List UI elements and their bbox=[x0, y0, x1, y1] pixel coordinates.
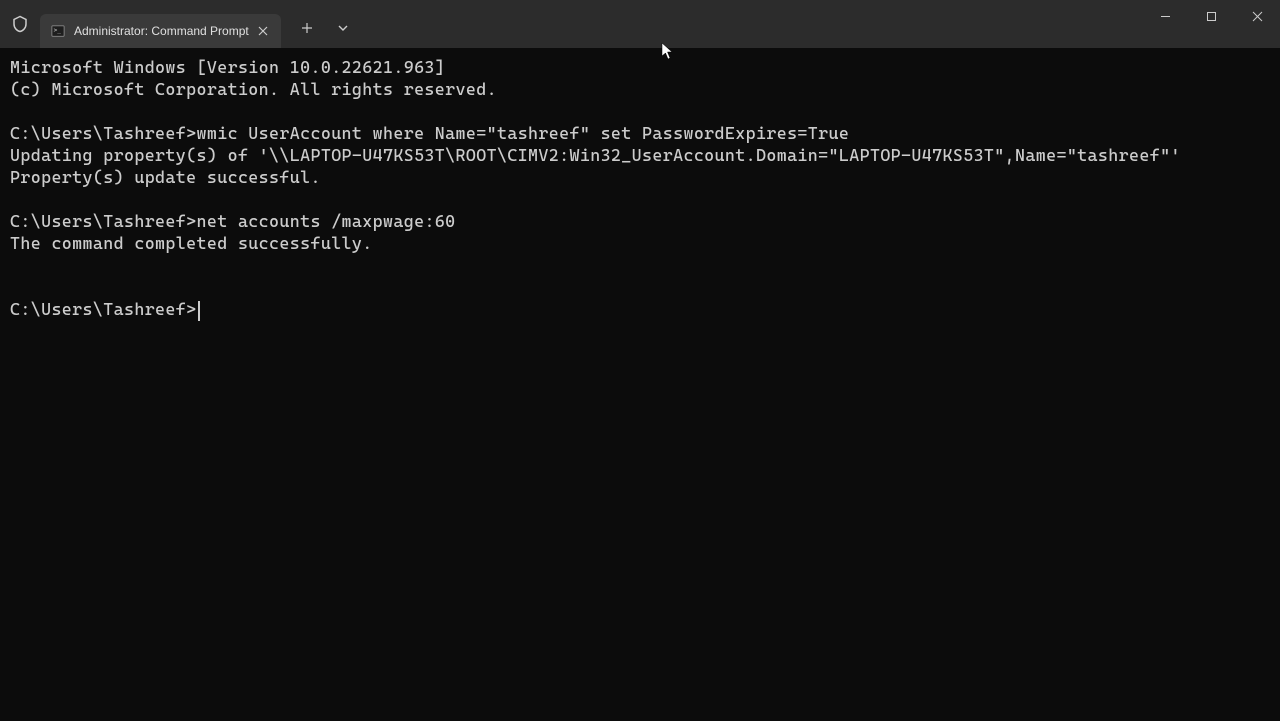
app-shield-icon bbox=[0, 0, 40, 48]
maximize-button[interactable] bbox=[1188, 0, 1234, 32]
terminal-prompt: C:\Users\Tashreef> bbox=[10, 299, 197, 319]
titlebar[interactable]: >_ Administrator: Command Prompt bbox=[0, 0, 1280, 48]
minimize-button[interactable] bbox=[1142, 0, 1188, 32]
new-tab-button[interactable] bbox=[289, 12, 325, 44]
tab-actions bbox=[289, 12, 361, 44]
terminal-tab[interactable]: >_ Administrator: Command Prompt bbox=[40, 14, 281, 48]
terminal-output-line: Updating property(s) of '\\LAPTOP-U47KS5… bbox=[10, 145, 1181, 165]
cmd-icon: >_ bbox=[50, 23, 66, 39]
tab-title: Administrator: Command Prompt bbox=[74, 24, 249, 38]
terminal-cursor bbox=[198, 301, 200, 321]
tab-close-button[interactable] bbox=[253, 21, 273, 41]
terminal-line: Microsoft Windows [Version 10.0.22621.96… bbox=[10, 57, 445, 77]
terminal-prompt: C:\Users\Tashreef> bbox=[10, 123, 197, 143]
window-controls bbox=[1142, 0, 1280, 40]
terminal-prompt: C:\Users\Tashreef> bbox=[10, 211, 197, 231]
terminal-command: wmic UserAccount where Name="tashreef" s… bbox=[197, 123, 850, 143]
terminal-output[interactable]: Microsoft Windows [Version 10.0.22621.96… bbox=[0, 48, 1280, 721]
close-button[interactable] bbox=[1234, 0, 1280, 32]
tab-dropdown-button[interactable] bbox=[325, 12, 361, 44]
terminal-output-line: Property(s) update successful. bbox=[10, 167, 321, 187]
terminal-command: net accounts /maxpwage:60 bbox=[197, 211, 456, 231]
svg-text:>_: >_ bbox=[54, 27, 62, 34]
terminal-output-line: The command completed successfully. bbox=[10, 233, 373, 253]
terminal-line: (c) Microsoft Corporation. All rights re… bbox=[10, 79, 497, 99]
